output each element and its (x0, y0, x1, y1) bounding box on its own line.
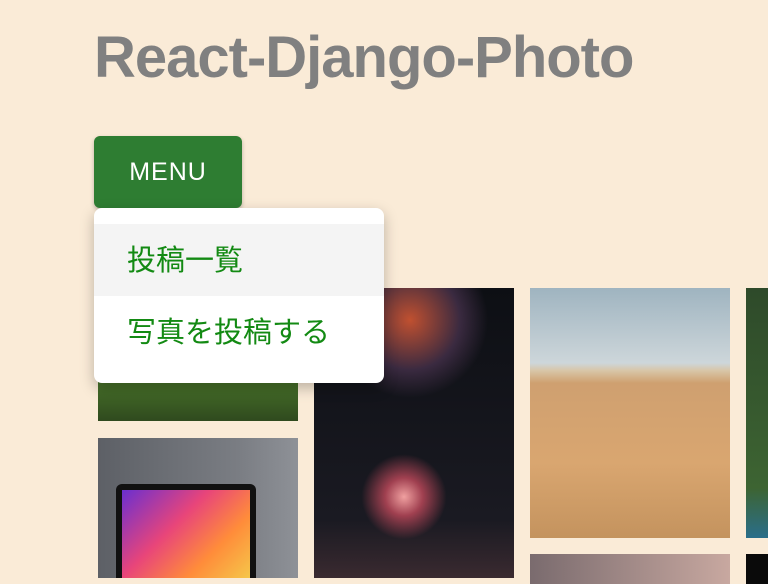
menu-button[interactable]: MENU (94, 136, 242, 208)
menu-item-upload-photo[interactable]: 写真を投稿する (94, 296, 384, 368)
menu-dropdown: 投稿一覧 写真を投稿する (94, 208, 384, 383)
page-title: React-Django-Photo (94, 25, 634, 90)
photo-night[interactable] (746, 554, 768, 584)
photo-laptop[interactable] (98, 438, 298, 578)
menu-item-post-list[interactable]: 投稿一覧 (94, 224, 384, 296)
photo-desert[interactable] (530, 288, 730, 538)
photo-aerial-forest[interactable] (746, 288, 768, 538)
photo-sunset[interactable] (530, 554, 730, 584)
